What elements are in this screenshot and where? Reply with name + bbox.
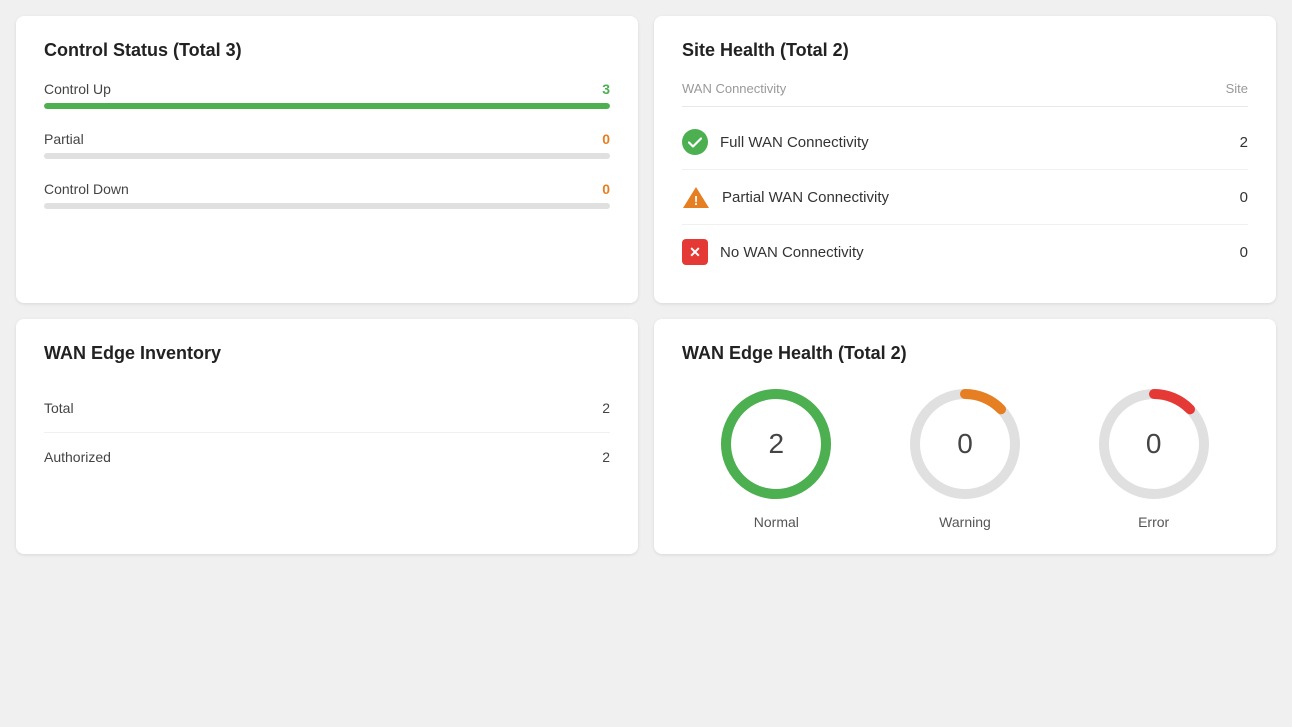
site-health-card: Site Health (Total 2) WAN Connectivity S…	[654, 16, 1276, 303]
authorized-value: 2	[602, 449, 610, 465]
partial-row: Partial 0	[44, 131, 610, 159]
control-status-card: Control Status (Total 3) Control Up 3 Pa…	[16, 16, 638, 303]
svg-text:!: !	[694, 193, 698, 208]
control-up-row: Control Up 3	[44, 81, 610, 109]
full-wan-icon	[682, 129, 708, 155]
wan-connectivity-col: WAN Connectivity	[682, 81, 786, 96]
wan-inventory-card: WAN Edge Inventory Total 2 Authorized 2	[16, 319, 638, 554]
partial-value: 0	[602, 131, 610, 147]
no-wan-label: No WAN Connectivity	[720, 244, 864, 261]
error-circle-item: 0 Error	[1094, 384, 1214, 530]
error-donut: 0	[1094, 384, 1214, 504]
error-value: 0	[1146, 428, 1162, 460]
control-up-value: 3	[602, 81, 610, 97]
partial-label: Partial	[44, 131, 84, 147]
no-wan-row: ✕ No WAN Connectivity 0	[682, 225, 1248, 279]
authorized-row: Authorized 2	[44, 433, 610, 481]
partial-bar-track	[44, 153, 610, 159]
full-wan-count: 2	[1240, 134, 1248, 151]
warning-value: 0	[957, 428, 973, 460]
normal-label: Normal	[754, 514, 799, 530]
partial-wan-row: ! Partial WAN Connectivity 0	[682, 170, 1248, 225]
site-health-title: Site Health (Total 2)	[682, 40, 1248, 61]
normal-value: 2	[769, 428, 785, 460]
total-row: Total 2	[44, 384, 610, 433]
control-down-bar-track	[44, 203, 610, 209]
total-label: Total	[44, 400, 74, 416]
control-up-label: Control Up	[44, 81, 111, 97]
wan-inventory-title: WAN Edge Inventory	[44, 343, 610, 364]
site-col: Site	[1226, 81, 1248, 96]
partial-wan-label: Partial WAN Connectivity	[722, 189, 889, 206]
full-wan-row: Full WAN Connectivity 2	[682, 115, 1248, 170]
warning-circle-item: 0 Warning	[905, 384, 1025, 530]
warning-donut: 0	[905, 384, 1025, 504]
control-up-bar-track	[44, 103, 610, 109]
control-status-title: Control Status (Total 3)	[44, 40, 610, 61]
normal-circle-item: 2 Normal	[716, 384, 836, 530]
partial-wan-count: 0	[1240, 189, 1248, 206]
no-wan-icon: ✕	[682, 239, 708, 265]
no-wan-count: 0	[1240, 244, 1248, 261]
control-down-label: Control Down	[44, 181, 129, 197]
wan-health-card: WAN Edge Health (Total 2) 2 Normal	[654, 319, 1276, 554]
control-up-bar-fill	[44, 103, 610, 109]
normal-donut: 2	[716, 384, 836, 504]
control-down-value: 0	[602, 181, 610, 197]
total-value: 2	[602, 400, 610, 416]
error-label: Error	[1138, 514, 1169, 530]
health-circles: 2 Normal 0 Warning	[682, 384, 1248, 530]
wan-health-title: WAN Edge Health (Total 2)	[682, 343, 1248, 364]
authorized-label: Authorized	[44, 449, 111, 465]
site-health-header: WAN Connectivity Site	[682, 81, 1248, 107]
dashboard: Control Status (Total 3) Control Up 3 Pa…	[16, 16, 1276, 554]
control-down-row: Control Down 0	[44, 181, 610, 209]
warning-label: Warning	[939, 514, 991, 530]
full-wan-label: Full WAN Connectivity	[720, 134, 869, 151]
partial-wan-icon: !	[682, 184, 710, 210]
